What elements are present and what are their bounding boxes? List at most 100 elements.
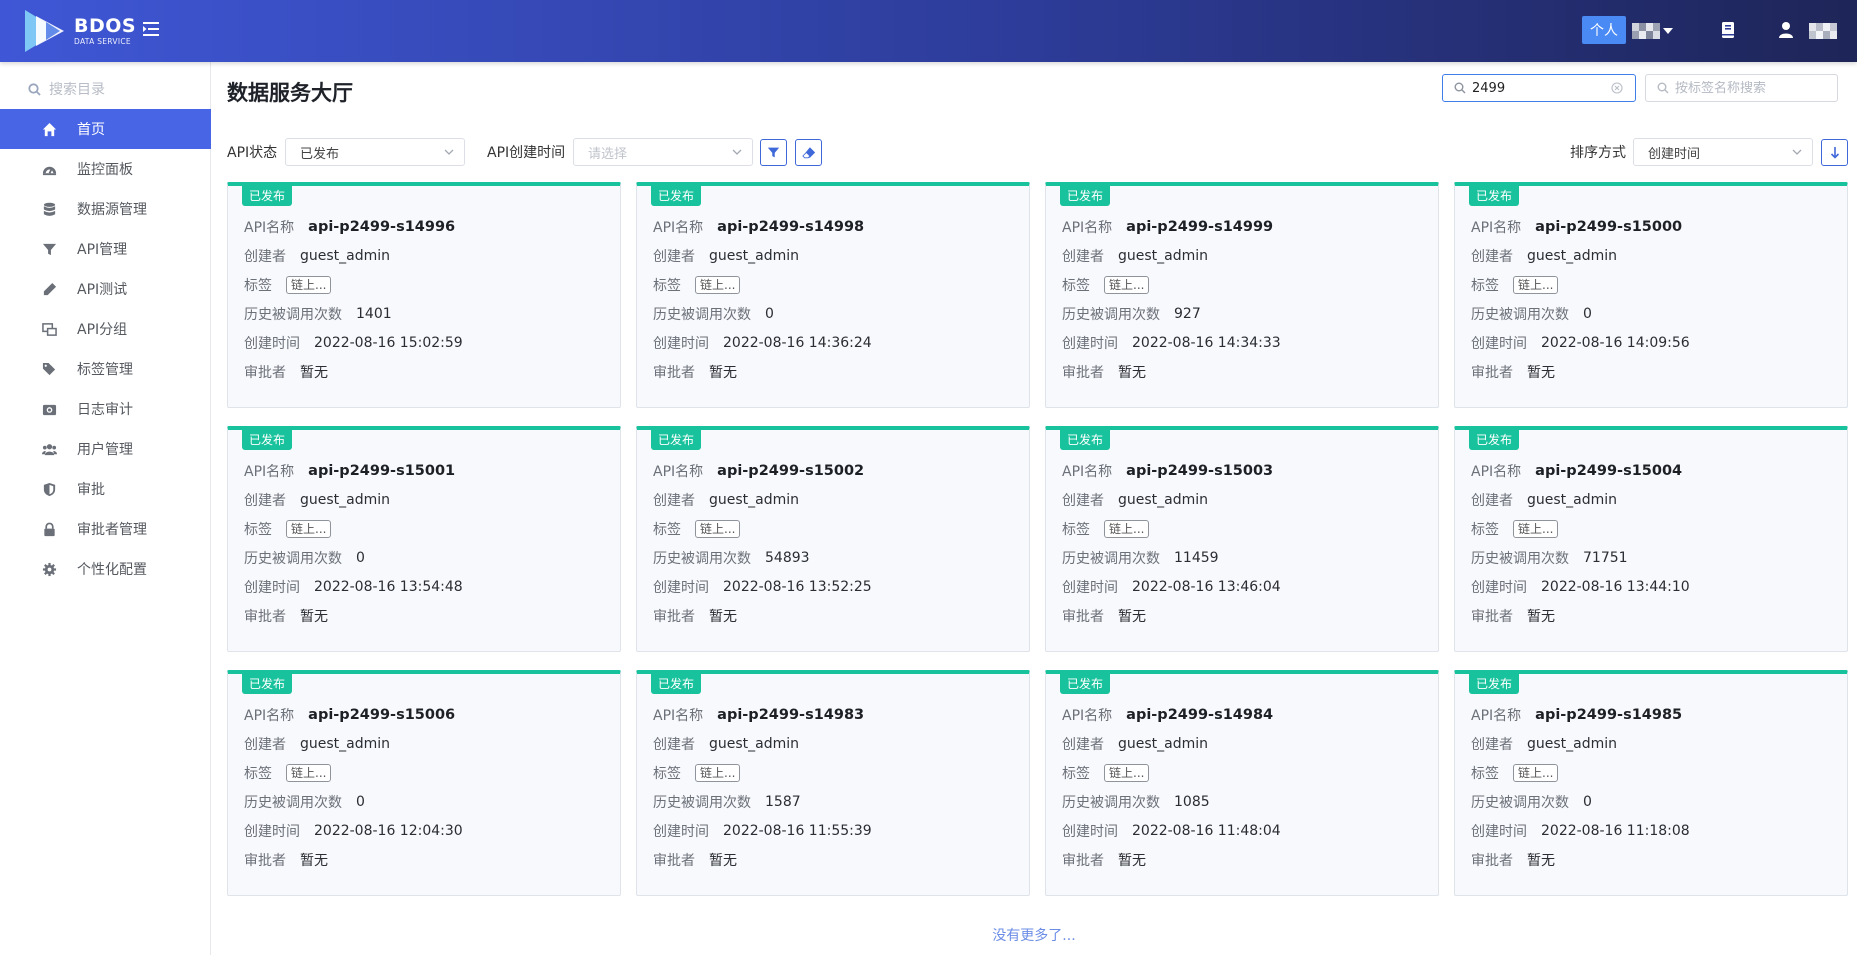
api-name[interactable]: api-p2499-s14998	[717, 219, 864, 235]
users-icon	[41, 441, 57, 457]
tag-pill[interactable]: 链上...	[1104, 764, 1150, 782]
tag-pill[interactable]: 链上...	[1513, 764, 1559, 782]
api-card[interactable]: 已发布 API名称 api-p2499-s15000 创建者 guest_adm…	[1454, 182, 1848, 408]
tag-pill[interactable]: 链上...	[1513, 520, 1559, 538]
api-card[interactable]: 已发布 API名称 api-p2499-s14996 创建者 guest_adm…	[227, 182, 621, 408]
created-row: 创建时间 2022-08-16 13:54:48	[244, 577, 463, 597]
creator-row: 创建者 guest_admin	[244, 734, 390, 754]
status-badge: 已发布	[1469, 430, 1520, 450]
api-card[interactable]: 已发布 API名称 api-p2499-s14985 创建者 guest_adm…	[1454, 670, 1848, 896]
api-card[interactable]: 已发布 API名称 api-p2499-s14983 创建者 guest_adm…	[636, 670, 1030, 896]
api-name[interactable]: api-p2499-s14983	[717, 707, 864, 723]
tag-pill[interactable]: 链上...	[286, 276, 332, 294]
tag-pill[interactable]: 链上...	[1104, 276, 1150, 294]
tag-row: 标签 链上...	[244, 275, 332, 295]
api-card[interactable]: 已发布 API名称 api-p2499-s14999 创建者 guest_adm…	[1045, 182, 1439, 408]
approver-row: 审批者 暂无	[653, 362, 737, 382]
status-badge: 已发布	[651, 674, 702, 694]
created-row: 创建时间 2022-08-16 11:48:04	[1062, 821, 1281, 841]
calls-value: 0	[765, 306, 774, 322]
sidebar-item-approver-manage[interactable]: 审批者管理	[0, 509, 211, 549]
sidebar-item-api-manage[interactable]: API管理	[0, 229, 211, 269]
api-search-input[interactable]	[1472, 80, 1611, 96]
sort-select[interactable]: 创建时间	[1633, 138, 1813, 166]
api-name[interactable]: api-p2499-s14999	[1126, 219, 1273, 235]
field-label: API名称	[1471, 464, 1522, 480]
created-row: 创建时间 2022-08-16 12:04:30	[244, 821, 463, 841]
tag-pill[interactable]: 链上...	[695, 276, 741, 294]
tag-pill[interactable]: 链上...	[286, 764, 332, 782]
logo[interactable]: BDOS DATA SERVICE	[22, 8, 162, 54]
api-card[interactable]: 已发布 API名称 api-p2499-s15004 创建者 guest_adm…	[1454, 426, 1848, 652]
tag-pill[interactable]: 链上...	[1513, 276, 1559, 294]
field-label: 创建时间	[653, 336, 709, 352]
reset-filter-button[interactable]	[795, 139, 822, 166]
created-value: 2022-08-16 13:54:48	[314, 579, 463, 595]
api-name[interactable]: api-p2499-s15000	[1535, 219, 1682, 235]
status-badge: 已发布	[1060, 186, 1111, 206]
approver-value: 暂无	[1118, 609, 1146, 625]
sidebar-item-label: 标签管理	[77, 362, 133, 378]
chevron-down-icon[interactable]	[1663, 28, 1673, 34]
api-name[interactable]: api-p2499-s15002	[717, 463, 864, 479]
field-label: 历史被调用次数	[1471, 307, 1569, 323]
api-card[interactable]: 已发布 API名称 api-p2499-s14998 创建者 guest_adm…	[636, 182, 1030, 408]
created-value: 2022-08-16 13:52:25	[723, 579, 872, 595]
api-name[interactable]: api-p2499-s14984	[1126, 707, 1273, 723]
user-icon[interactable]	[1778, 21, 1794, 39]
calls-row: 历史被调用次数 0	[1471, 792, 1592, 812]
api-name[interactable]: api-p2499-s14996	[308, 219, 455, 235]
api-search-box[interactable]	[1442, 74, 1636, 102]
created-row: 创建时间 2022-08-16 13:46:04	[1062, 577, 1281, 597]
field-label: 标签	[244, 278, 272, 294]
field-label: 历史被调用次数	[244, 551, 342, 567]
sidebar-item-home[interactable]: 首页	[0, 109, 211, 149]
sidebar-nav: 首页 监控面板 数据源管理 API管理 API测试 API分组 标签管理 日志审…	[0, 109, 211, 589]
api-card[interactable]: 已发布 API名称 api-p2499-s15001 创建者 guest_adm…	[227, 426, 621, 652]
api-card[interactable]: 已发布 API名称 api-p2499-s14984 创建者 guest_adm…	[1045, 670, 1439, 896]
api-status-select[interactable]: 已发布	[285, 138, 465, 166]
menu-collapse-icon[interactable]	[142, 20, 160, 38]
creator-value: guest_admin	[1118, 492, 1209, 508]
blurred-username-icon[interactable]	[1632, 23, 1660, 39]
funnel-icon	[767, 147, 780, 158]
api-name[interactable]: api-p2499-s14985	[1535, 707, 1682, 723]
calls-value: 1587	[765, 794, 801, 810]
sidebar-item-api-group[interactable]: API分组	[0, 309, 211, 349]
api-card[interactable]: 已发布 API名称 api-p2499-s15006 创建者 guest_adm…	[227, 670, 621, 896]
sidebar-item-monitor[interactable]: 监控面板	[0, 149, 211, 189]
blurred-avatar-icon[interactable]	[1809, 23, 1837, 39]
tag-search-box[interactable]	[1645, 74, 1838, 102]
field-label: 创建时间	[244, 580, 300, 596]
sidebar-item-datasource[interactable]: 数据源管理	[0, 189, 211, 229]
api-name[interactable]: api-p2499-s15004	[1535, 463, 1682, 479]
api-name[interactable]: api-p2499-s15006	[308, 707, 455, 723]
api-name[interactable]: api-p2499-s15001	[308, 463, 455, 479]
created-row: 创建时间 2022-08-16 13:44:10	[1471, 577, 1690, 597]
sidebar-item-tags[interactable]: 标签管理	[0, 349, 211, 389]
tag-pill[interactable]: 链上...	[695, 764, 741, 782]
api-name[interactable]: api-p2499-s15003	[1126, 463, 1273, 479]
tag-search-input[interactable]	[1675, 80, 1837, 96]
creator-value: guest_admin	[1527, 736, 1618, 752]
personal-button[interactable]: 个人	[1582, 16, 1626, 44]
sidebar-item-users[interactable]: 用户管理	[0, 429, 211, 469]
sort-order-button[interactable]	[1821, 139, 1848, 166]
api-card[interactable]: 已发布 API名称 api-p2499-s15003 创建者 guest_adm…	[1045, 426, 1439, 652]
sidebar-search[interactable]: 搜索目录	[28, 77, 105, 101]
sidebar-item-audit-log[interactable]: 日志审计	[0, 389, 211, 429]
clear-circle-icon[interactable]	[1611, 82, 1623, 94]
sidebar-item-api-test[interactable]: API测试	[0, 269, 211, 309]
api-created-select[interactable]: 请选择	[573, 138, 753, 166]
tag-pill[interactable]: 链上...	[695, 520, 741, 538]
sidebar-item-personalize[interactable]: 个性化配置	[0, 549, 211, 589]
book-icon[interactable]	[1720, 21, 1736, 39]
tag-pill[interactable]: 链上...	[286, 520, 332, 538]
field-label: API名称	[653, 464, 704, 480]
sidebar-item-approval[interactable]: 审批	[0, 469, 211, 509]
tags-icon	[41, 361, 57, 377]
api-card[interactable]: 已发布 API名称 api-p2499-s15002 创建者 guest_adm…	[636, 426, 1030, 652]
filter-button[interactable]	[760, 139, 787, 166]
field-label: 审批者	[1471, 853, 1513, 869]
tag-pill[interactable]: 链上...	[1104, 520, 1150, 538]
